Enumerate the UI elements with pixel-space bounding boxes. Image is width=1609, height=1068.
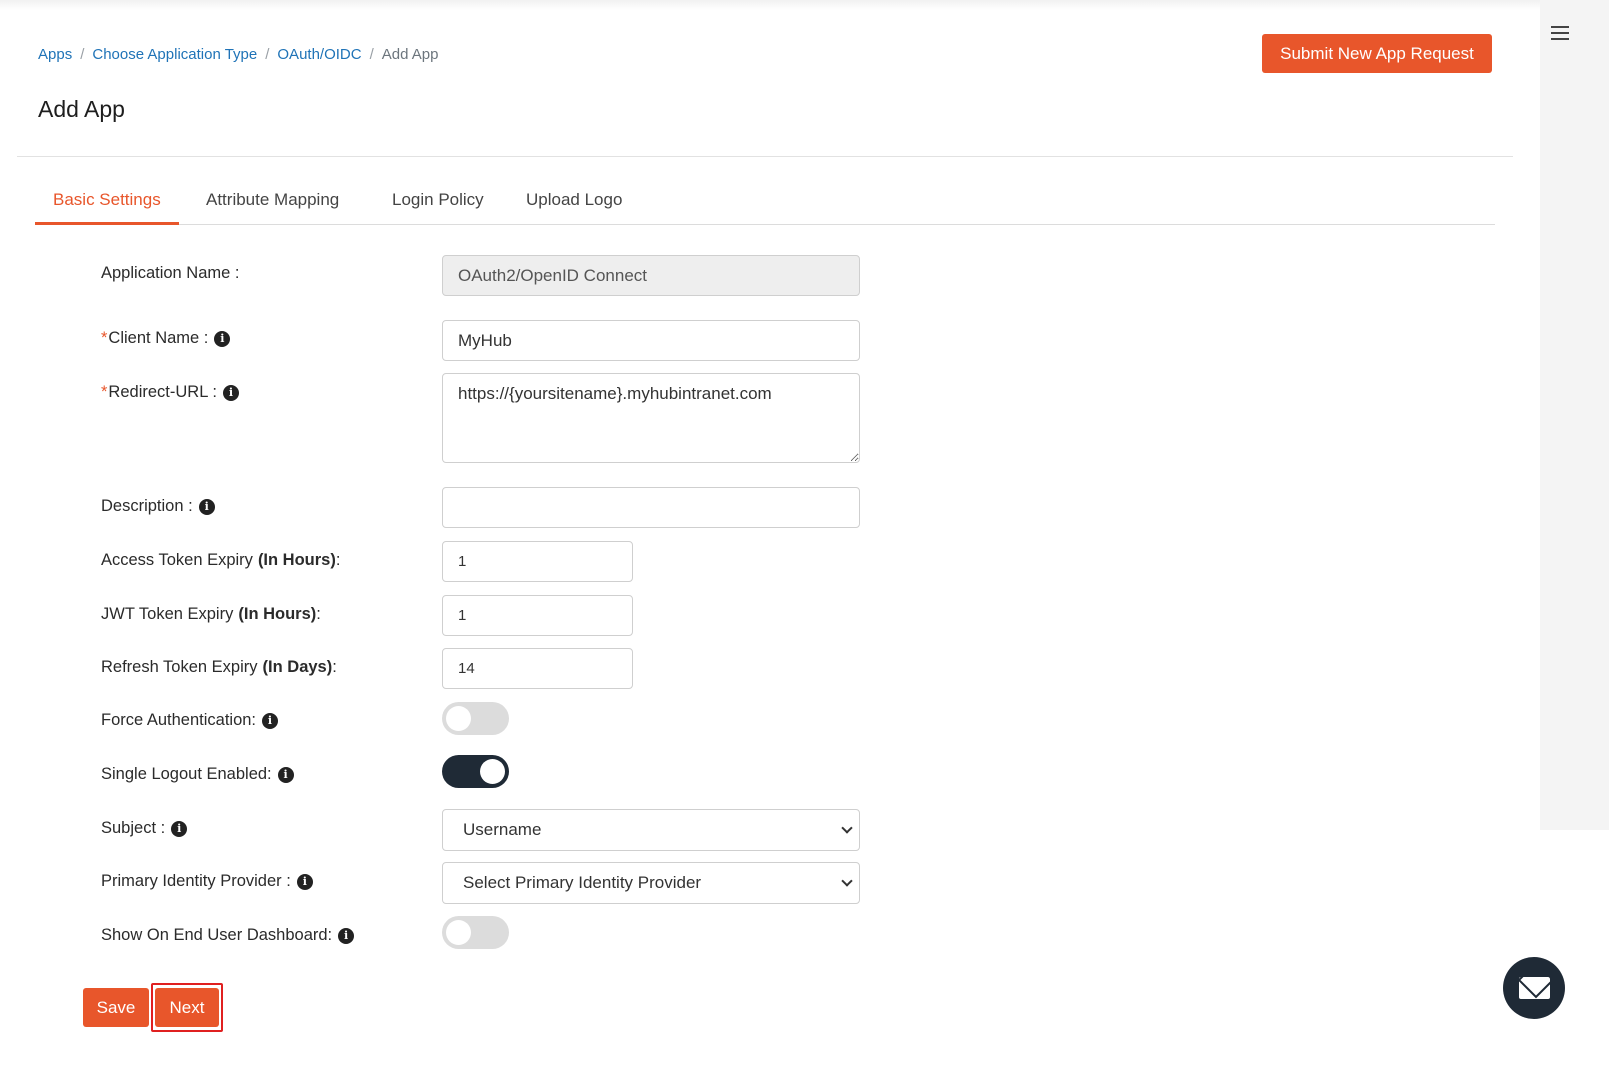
breadcrumb-choose-application-type[interactable]: Choose Application Type bbox=[92, 46, 257, 63]
primary-idp-select[interactable]: Select Primary Identity Provider bbox=[442, 862, 860, 904]
required-marker: * bbox=[101, 329, 108, 347]
label-suffix: : bbox=[316, 605, 321, 623]
envelope-shape bbox=[1519, 977, 1550, 999]
client-name-label-text: Client Name : bbox=[108, 329, 209, 347]
application-name-input[interactable] bbox=[442, 255, 860, 296]
breadcrumb-separator: / bbox=[369, 46, 374, 63]
refresh-token-expiry-input[interactable] bbox=[442, 648, 633, 689]
tab-attribute-mapping[interactable]: Attribute Mapping bbox=[206, 180, 339, 225]
label-suffix: : bbox=[335, 551, 341, 569]
redirect-url-label-text: Redirect-URL : bbox=[108, 383, 217, 401]
required-marker: * bbox=[101, 383, 108, 401]
info-icon[interactable]: i bbox=[222, 384, 239, 401]
tab-login-policy[interactable]: Login Policy bbox=[392, 180, 484, 225]
toggle-knob bbox=[480, 759, 505, 784]
force-authentication-toggle[interactable] bbox=[442, 702, 509, 735]
info-icon[interactable]: i bbox=[338, 927, 355, 944]
jwt-token-expiry-label-text: JWT Token Expiry bbox=[101, 605, 234, 623]
breadcrumb: Apps / Choose Application Type / OAuth/O… bbox=[38, 46, 438, 63]
refresh-token-expiry-label: Refresh Token Expiry (In Days) : bbox=[101, 658, 337, 677]
access-token-expiry-input[interactable] bbox=[442, 541, 633, 582]
client-name-label: * Client Name : i bbox=[101, 329, 231, 348]
refresh-token-expiry-unit: (In Days) bbox=[262, 658, 333, 676]
client-name-input[interactable] bbox=[442, 320, 860, 361]
show-on-dashboard-toggle[interactable] bbox=[442, 916, 509, 949]
tab-basic-settings[interactable]: Basic Settings bbox=[35, 180, 179, 225]
toggle-knob bbox=[446, 706, 471, 731]
save-button[interactable]: Save bbox=[83, 988, 149, 1027]
jwt-token-expiry-unit: (In Hours) bbox=[238, 605, 317, 623]
subject-label-text: Subject : bbox=[101, 819, 166, 837]
single-logout-label-text: Single Logout Enabled: bbox=[101, 765, 272, 783]
jwt-token-expiry-input[interactable] bbox=[442, 595, 633, 636]
description-label-text: Description : bbox=[101, 497, 193, 515]
info-icon[interactable]: i bbox=[262, 712, 279, 729]
info-icon[interactable]: i bbox=[296, 873, 313, 890]
info-icon[interactable]: i bbox=[277, 766, 294, 783]
tab-bar: Basic Settings Attribute Mapping Login P… bbox=[35, 180, 1495, 225]
breadcrumb-current: Add App bbox=[381, 46, 439, 63]
force-authentication-label: Force Authentication: i bbox=[101, 711, 279, 730]
info-icon[interactable]: i bbox=[214, 330, 231, 347]
info-icon[interactable]: i bbox=[171, 820, 188, 837]
right-scrollbar-strip bbox=[1540, 0, 1609, 830]
chevron-down-icon bbox=[841, 875, 853, 887]
info-icon[interactable]: i bbox=[198, 498, 215, 515]
primary-idp-label-text: Primary Identity Provider : bbox=[101, 872, 291, 890]
breadcrumb-separator: / bbox=[80, 46, 85, 63]
primary-idp-selected-value: Select Primary Identity Provider bbox=[463, 873, 702, 892]
envelope-icon[interactable] bbox=[1503, 957, 1565, 1019]
refresh-token-expiry-label-text: Refresh Token Expiry bbox=[101, 658, 258, 676]
single-logout-toggle[interactable] bbox=[442, 755, 509, 788]
submit-new-app-request-button[interactable]: Submit New App Request bbox=[1262, 34, 1492, 73]
subject-label: Subject : i bbox=[101, 819, 188, 838]
hamburger-icon[interactable] bbox=[1551, 26, 1569, 40]
subject-select[interactable]: Username bbox=[442, 809, 860, 851]
application-name-label: Application Name : bbox=[101, 264, 240, 283]
page-title: Add App bbox=[38, 96, 125, 122]
access-token-expiry-unit: (In Hours) bbox=[257, 551, 336, 569]
redirect-url-textarea[interactable]: https://{yoursitename}.myhubintranet.com bbox=[442, 373, 860, 463]
access-token-expiry-label-text: Access Token Expiry bbox=[101, 551, 253, 569]
label-suffix: : bbox=[332, 658, 337, 676]
description-input[interactable] bbox=[442, 487, 860, 528]
jwt-token-expiry-label: JWT Token Expiry (In Hours) : bbox=[101, 605, 321, 624]
show-on-dashboard-label: Show On End User Dashboard: i bbox=[101, 926, 355, 945]
show-on-dashboard-label-text: Show On End User Dashboard: bbox=[101, 926, 333, 944]
primary-idp-label: Primary Identity Provider : i bbox=[101, 872, 313, 891]
single-logout-label: Single Logout Enabled: i bbox=[101, 765, 294, 784]
access-token-expiry-label: Access Token Expiry (In Hours) : bbox=[101, 551, 340, 570]
tab-upload-logo[interactable]: Upload Logo bbox=[526, 180, 622, 225]
description-label: Description : i bbox=[101, 497, 215, 516]
breadcrumb-oauth-oidc[interactable]: OAuth/OIDC bbox=[277, 46, 361, 63]
toggle-knob bbox=[446, 920, 471, 945]
application-name-label-text: Application Name : bbox=[101, 264, 240, 282]
top-shadow bbox=[0, 0, 1540, 10]
next-button-highlight: Next bbox=[151, 983, 223, 1032]
chevron-down-icon bbox=[841, 822, 853, 834]
next-button[interactable]: Next bbox=[155, 988, 219, 1027]
header-divider bbox=[17, 156, 1513, 157]
force-authentication-label-text: Force Authentication: bbox=[101, 711, 257, 729]
breadcrumb-apps[interactable]: Apps bbox=[38, 46, 72, 63]
subject-selected-value: Username bbox=[463, 820, 542, 839]
redirect-url-label: * Redirect-URL : i bbox=[101, 383, 239, 402]
breadcrumb-separator: / bbox=[265, 46, 270, 63]
